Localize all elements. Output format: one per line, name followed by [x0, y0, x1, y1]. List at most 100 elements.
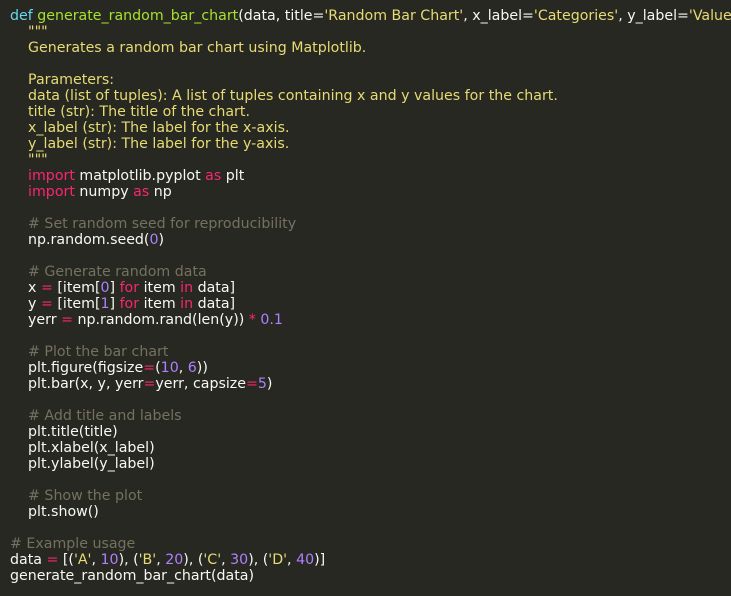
code-line: """ — [10, 24, 726, 40]
code-line: y = [item[1] for item in data] — [10, 296, 726, 312]
code-token: ] — [109, 280, 120, 296]
code-token: # Generate random data — [10, 264, 207, 280]
code-token: 20 — [165, 552, 184, 568]
code-editor[interactable]: def generate_random_bar_chart(data, titl… — [10, 8, 731, 584]
code-token: in — [180, 280, 194, 296]
code-token: # Set random seed for reproducibility — [10, 216, 297, 232]
code-token: yerr, capsize — [155, 376, 246, 392]
code-token: 6 — [187, 360, 197, 376]
code-token: # Plot the bar chart — [10, 344, 169, 360]
code-token: plt.title(title) — [10, 424, 118, 440]
code-token: , — [156, 552, 166, 568]
code-line: data = [('A', 10), ('B', 20), ('C', 30),… — [10, 552, 726, 568]
code-line: plt.show() — [10, 504, 726, 520]
code-line: def generate_random_bar_chart(data, titl… — [10, 8, 731, 24]
code-token: yerr — [10, 312, 62, 328]
code-token: 'Categories' — [533, 8, 619, 24]
code-token: 1 — [100, 296, 110, 312]
code-token: plt.show() — [10, 504, 99, 520]
code-line: plt.figure(figsize=(10, 6)) — [10, 360, 726, 376]
code-token: (data, title= — [238, 8, 325, 24]
code-token: ), ( — [183, 552, 204, 568]
code-token: , — [287, 552, 297, 568]
code-token: item — [139, 296, 181, 312]
code-token: 'B' — [138, 552, 157, 568]
code-token: 'Values' — [688, 8, 731, 24]
code-token: for — [119, 280, 140, 296]
code-token: as — [133, 184, 150, 200]
code-token: data] — [193, 296, 236, 312]
code-token: import — [28, 184, 75, 200]
code-token: 'A' — [73, 552, 92, 568]
code-token: 0 — [149, 232, 159, 248]
code-line: """ — [10, 152, 726, 168]
code-token: 5 — [257, 376, 267, 392]
code-token: y_label (str): The label for the y-axis. — [10, 136, 290, 152]
code-token: ), ( — [248, 552, 269, 568]
code-line: generate_random_bar_chart(data) — [10, 568, 726, 584]
code-token: )) — [196, 360, 208, 376]
code-token: 'C' — [203, 552, 222, 568]
code-token: x_label (str): The label for the x-axis. — [10, 120, 290, 136]
code-token: for — [119, 296, 140, 312]
code-token: y — [10, 296, 41, 312]
code-line: # Plot the bar chart — [10, 344, 726, 360]
code-token: = — [143, 376, 156, 392]
code-token: np — [149, 184, 172, 200]
code-line: import matplotlib.pyplot as plt — [10, 168, 726, 184]
code-token: as — [205, 168, 222, 184]
code-token: np.random.rand(len(y)) — [72, 312, 249, 328]
code-token: ) — [266, 376, 273, 392]
code-line: data (list of tuples): A list of tuples … — [10, 88, 726, 104]
code-token: 40 — [296, 552, 315, 568]
code-line: # Example usage — [10, 536, 726, 552]
code-line: y_label (str): The label for the y-axis. — [10, 136, 726, 152]
code-line: title (str): The title of the chart. — [10, 104, 726, 120]
code-token: = — [245, 376, 258, 392]
code-token: x — [10, 280, 41, 296]
code-token: """ — [10, 24, 48, 40]
code-token: = — [143, 360, 156, 376]
code-token: # Add title and labels — [10, 408, 182, 424]
code-line: yerr = np.random.rand(len(y)) * 0.1 — [10, 312, 726, 328]
code-token: = — [40, 280, 53, 296]
code-token: generate_random_bar_chart(data) — [10, 568, 255, 584]
code-line: # Show the plot — [10, 488, 726, 504]
code-token: , — [178, 360, 188, 376]
code-token: , y_label= — [618, 8, 689, 24]
code-token: 10 — [100, 552, 119, 568]
code-line: plt.xlabel(x_label) — [10, 440, 726, 456]
code-token: ) — [158, 232, 165, 248]
code-line: # Generate random data — [10, 264, 726, 280]
code-token: 'Random Bar Chart' — [324, 8, 464, 24]
code-line: Parameters: — [10, 72, 726, 88]
code-token: = — [46, 552, 59, 568]
code-token: data — [10, 552, 47, 568]
code-token: 'D' — [268, 552, 288, 568]
code-token: data (list of tuples): A list of tuples … — [10, 88, 558, 104]
code-token: )] — [314, 552, 326, 568]
code-line: Generates a random bar chart using Matpl… — [10, 40, 726, 56]
code-line: # Add title and labels — [10, 408, 726, 424]
code-token: plt.ylabel(y_label) — [10, 456, 155, 472]
code-token: """ — [10, 152, 48, 168]
code-token: Generates a random bar chart using Matpl… — [10, 40, 367, 56]
code-line: np.random.seed(0) — [10, 232, 726, 248]
code-line: x = [item[0] for item in data] — [10, 280, 726, 296]
code-token: [item[ — [52, 280, 101, 296]
code-token: import — [28, 168, 75, 184]
code-token: , x_label= — [463, 8, 534, 24]
code-token: plt.figure(figsize — [10, 360, 144, 376]
code-token: Parameters: — [10, 72, 115, 88]
code-token: = — [61, 312, 73, 328]
code-line: plt.title(title) — [10, 424, 726, 440]
code-token: 30 — [230, 552, 249, 568]
code-token: ), ( — [118, 552, 139, 568]
code-token: 0 — [100, 280, 110, 296]
